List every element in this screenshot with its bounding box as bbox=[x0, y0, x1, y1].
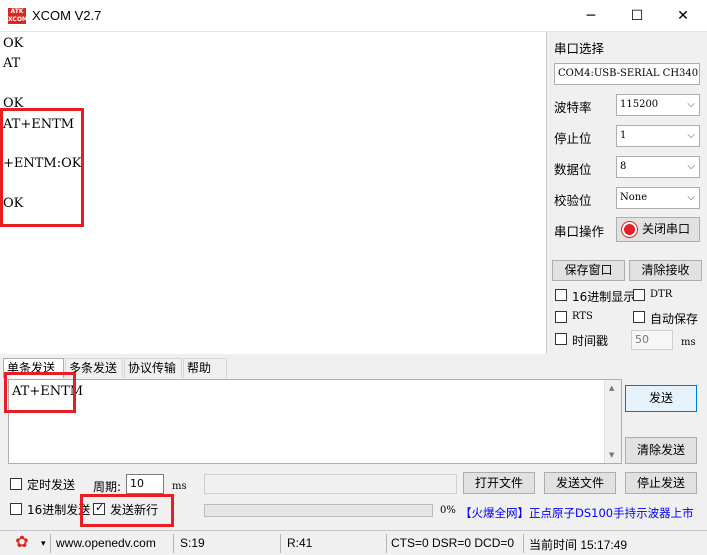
stop-bits-select[interactable]: 1 ⌵ bbox=[616, 125, 700, 147]
highlight-box-send bbox=[4, 372, 76, 413]
window-title: XCOM V2.7 bbox=[32, 8, 102, 23]
dtr-checkbox[interactable] bbox=[633, 289, 645, 301]
timed-send-checkbox[interactable] bbox=[10, 478, 22, 490]
serial-op-label: 串口操作 bbox=[554, 224, 605, 239]
file-path-input[interactable] bbox=[204, 474, 457, 494]
clear-receive-button[interactable]: 清除接收 bbox=[629, 260, 702, 281]
baud-label: 波特率 bbox=[554, 100, 592, 115]
chevron-down-icon: ⌵ bbox=[687, 130, 695, 141]
parity-select[interactable]: None ⌵ bbox=[616, 187, 700, 209]
stop-bits-label: 停止位 bbox=[554, 131, 592, 146]
hex-display-checkbox[interactable] bbox=[555, 289, 567, 301]
port-label: 串口选择 bbox=[554, 41, 605, 56]
title-bar: ATK XCOM XCOM V2.7 ─ ☐ ✕ bbox=[0, 0, 707, 32]
save-window-button[interactable]: 保存窗口 bbox=[552, 260, 625, 281]
tab-help[interactable]: 帮助 bbox=[183, 358, 227, 378]
sent-count: S:19 bbox=[180, 536, 205, 550]
app-logo-icon: ATK XCOM bbox=[8, 8, 28, 24]
record-icon bbox=[622, 222, 637, 237]
data-bits-label: 数据位 bbox=[554, 162, 592, 177]
minimize-button[interactable]: ─ bbox=[568, 0, 614, 32]
line-signals: CTS=0 DSR=0 DCD=0 bbox=[391, 536, 515, 550]
hex-send-checkbox[interactable] bbox=[10, 503, 22, 515]
parity-label: 校验位 bbox=[554, 193, 592, 208]
gear-icon[interactable]: ✿ bbox=[13, 534, 31, 552]
port-select[interactable]: COM4:USB-SERIAL CH340 bbox=[554, 63, 700, 85]
close-window-button[interactable]: ✕ bbox=[660, 0, 706, 32]
period-unit: ms bbox=[172, 481, 187, 492]
scroll-down-icon: ▼ bbox=[609, 451, 615, 459]
period-label: 周期: bbox=[93, 480, 122, 494]
period-input[interactable]: 10 bbox=[126, 474, 164, 494]
send-progress-bar bbox=[204, 504, 433, 517]
scroll-up-icon: ▲ bbox=[609, 384, 615, 392]
highlight-box-newline bbox=[80, 494, 174, 527]
data-bits-select[interactable]: 8 ⌵ bbox=[616, 156, 700, 178]
rts-checkbox[interactable] bbox=[555, 311, 567, 323]
tab-protocol[interactable]: 协议传输 bbox=[124, 358, 182, 378]
hex-display-label: 16进制显示 bbox=[572, 290, 636, 304]
status-bar: ✿ ▾ www.openedv.com S:19 R:41 CTS=0 DSR=… bbox=[0, 530, 707, 555]
dtr-label: DTR bbox=[650, 289, 673, 300]
timestamp-checkbox[interactable] bbox=[555, 333, 567, 345]
chevron-down-icon: ⌵ bbox=[687, 161, 695, 172]
send-button[interactable]: 发送 bbox=[625, 385, 697, 412]
open-file-button[interactable]: 打开文件 bbox=[463, 472, 535, 494]
serial-settings-panel: 串口选择 COM4:USB-SERIAL CH340 波特率 115200 ⌵ … bbox=[547, 32, 707, 354]
highlight-box-receive bbox=[0, 108, 84, 227]
send-progress-text: 0% bbox=[440, 505, 456, 516]
chevron-down-icon: ⌵ bbox=[687, 99, 695, 110]
timestamp-input[interactable]: 50 bbox=[631, 330, 673, 350]
timestamp-label: 时间戳 bbox=[572, 334, 609, 348]
maximize-button[interactable]: ☐ bbox=[614, 0, 660, 32]
clear-send-button[interactable]: 清除发送 bbox=[625, 437, 697, 464]
baud-select[interactable]: 115200 ⌵ bbox=[616, 94, 700, 116]
close-port-button[interactable]: 关闭串口 bbox=[616, 217, 700, 242]
ad-link[interactable]: 【火爆全网】正点原子DS100手持示波器上市 bbox=[460, 505, 705, 523]
website-link[interactable]: www.openedv.com bbox=[56, 536, 156, 550]
auto-save-label: 自动保存 bbox=[650, 312, 699, 326]
timed-send-label: 定时发送 bbox=[27, 478, 76, 492]
stop-send-button[interactable]: 停止发送 bbox=[625, 472, 697, 494]
send-scrollbar[interactable]: ▲ ▼ bbox=[604, 380, 621, 463]
receive-line: AT bbox=[3, 56, 21, 71]
current-time: 当前时间 15:17:49 bbox=[529, 538, 628, 552]
rts-label: RTS bbox=[572, 311, 593, 322]
auto-save-checkbox[interactable] bbox=[633, 311, 645, 323]
send-text-area[interactable]: AT+ENTM bbox=[8, 379, 622, 464]
received-count: R:41 bbox=[287, 536, 313, 550]
timestamp-unit: ms bbox=[681, 337, 696, 348]
send-file-button[interactable]: 发送文件 bbox=[544, 472, 616, 494]
receive-line: OK bbox=[3, 36, 24, 51]
chevron-down-icon: ⌵ bbox=[687, 192, 695, 203]
caret-down-icon[interactable]: ▾ bbox=[41, 538, 46, 549]
